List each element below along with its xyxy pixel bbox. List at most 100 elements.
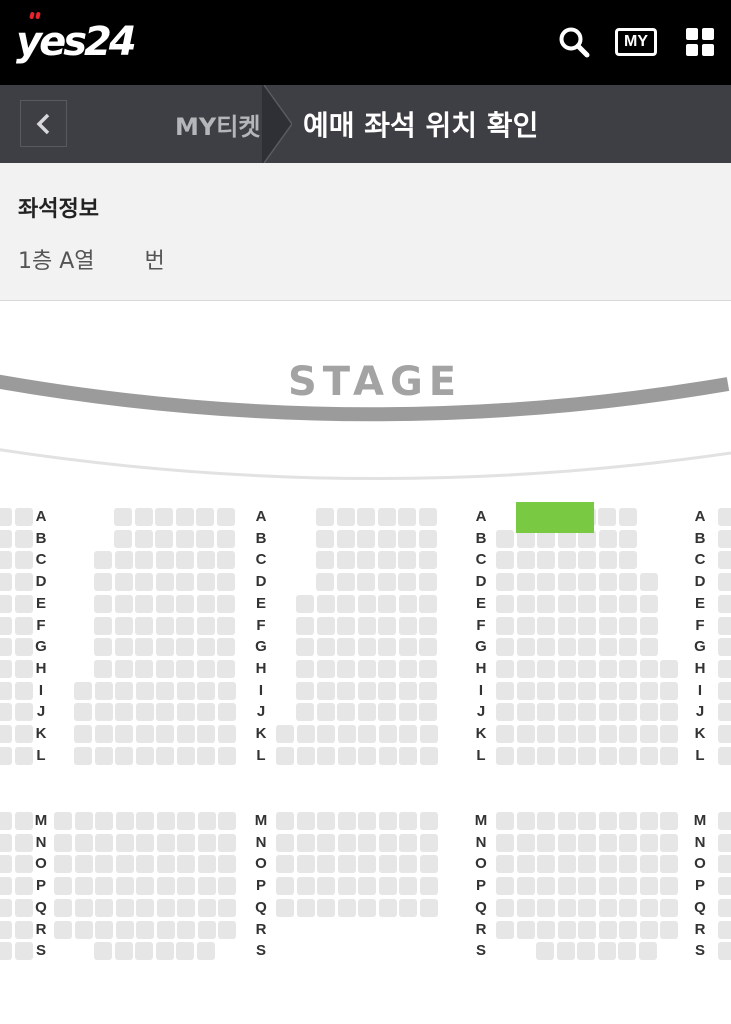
seat	[218, 877, 236, 896]
seat	[54, 920, 72, 939]
seat	[516, 898, 535, 917]
seat	[660, 812, 678, 830]
seat	[115, 898, 134, 917]
row-label: E	[35, 594, 46, 612]
search-button[interactable]	[552, 22, 596, 62]
seat	[337, 594, 355, 613]
row-label: Q	[35, 898, 47, 916]
seat	[317, 812, 335, 830]
seat-number-suffix: 번	[144, 249, 165, 274]
row-label: S	[475, 942, 486, 960]
seat	[718, 920, 731, 939]
row-label: Q	[255, 898, 267, 916]
seat	[217, 594, 235, 613]
seat	[176, 703, 195, 722]
row-label: P	[255, 877, 266, 895]
stage-label: STAGE	[288, 359, 463, 405]
seat-number-masked	[95, 243, 145, 275]
seat	[496, 812, 514, 830]
row-label: N	[255, 833, 267, 851]
seat	[217, 703, 236, 722]
my-ticket-icon: MY	[615, 28, 657, 56]
seat	[516, 812, 535, 830]
seat	[358, 877, 376, 896]
seat	[136, 855, 154, 874]
seat	[0, 833, 12, 852]
seat	[136, 812, 154, 830]
seat	[155, 508, 173, 526]
seat	[0, 855, 12, 874]
seat	[496, 877, 514, 896]
row-label: Q	[694, 898, 706, 916]
seat	[216, 529, 235, 548]
seat	[618, 508, 637, 526]
seat	[419, 855, 438, 874]
seat	[378, 855, 397, 874]
row-label: B	[35, 529, 47, 547]
seat	[218, 833, 236, 852]
yes24-logo[interactable]: yes24	[16, 12, 137, 72]
seat	[660, 681, 678, 700]
seat	[557, 855, 576, 874]
seat	[399, 833, 417, 852]
seat	[398, 638, 417, 657]
seat	[578, 659, 596, 678]
seat	[74, 877, 93, 896]
seat	[337, 638, 355, 657]
seat	[196, 638, 215, 657]
seat	[619, 833, 637, 852]
seat	[95, 812, 113, 830]
seat	[619, 573, 637, 592]
seat	[336, 529, 355, 548]
seat	[316, 551, 334, 570]
seat	[557, 746, 576, 765]
row-label: N	[694, 833, 706, 851]
seat	[496, 529, 514, 548]
seat	[619, 877, 637, 896]
seat	[217, 638, 235, 657]
seat	[398, 659, 417, 678]
seat	[0, 529, 12, 548]
row-label: G	[255, 638, 267, 656]
seat	[296, 833, 315, 852]
seat	[114, 551, 133, 570]
seat	[337, 898, 356, 917]
seat	[115, 681, 133, 700]
seat	[196, 529, 214, 548]
my-ticket-button[interactable]: MY	[610, 22, 662, 62]
seat	[598, 898, 617, 917]
breadcrumb-parent-link[interactable]: MY티켓	[175, 85, 260, 163]
seat	[197, 725, 215, 743]
seat	[377, 551, 396, 570]
seat	[516, 746, 535, 765]
seat	[115, 703, 133, 722]
seat	[95, 833, 113, 852]
row-label: F	[36, 616, 46, 634]
seat	[660, 746, 678, 765]
seat	[316, 681, 335, 700]
seat	[516, 703, 535, 722]
seat	[598, 877, 617, 896]
row-label: R	[694, 920, 706, 938]
row-label: C	[475, 551, 487, 569]
seat	[156, 812, 175, 830]
seat	[276, 812, 294, 830]
seat	[296, 855, 315, 874]
back-button[interactable]	[20, 100, 67, 147]
seat	[155, 616, 174, 635]
seat	[660, 898, 678, 917]
seat	[114, 942, 133, 961]
menu-button[interactable]	[678, 22, 722, 62]
seat	[296, 638, 314, 657]
seat	[419, 898, 438, 917]
seat	[536, 942, 554, 961]
seat	[14, 746, 33, 765]
row-label: D	[255, 573, 267, 591]
seat	[598, 659, 617, 678]
seat	[516, 833, 535, 852]
row-label: G	[694, 638, 706, 656]
seat	[578, 920, 596, 939]
seat	[156, 681, 174, 700]
seat	[419, 877, 438, 896]
seat	[639, 920, 658, 939]
